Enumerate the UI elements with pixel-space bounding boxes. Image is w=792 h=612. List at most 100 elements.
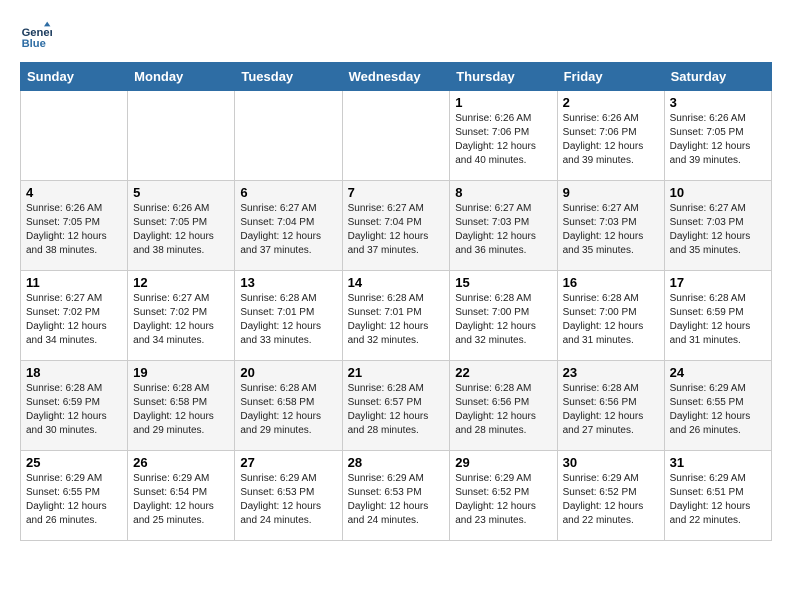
day-number: 17 (670, 275, 766, 290)
day-number: 21 (348, 365, 445, 380)
day-info: Sunrise: 6:27 AM Sunset: 7:03 PM Dayligh… (563, 202, 659, 258)
day-info: Sunrise: 6:27 AM Sunset: 7:02 PM Dayligh… (133, 292, 229, 348)
day-info: Sunrise: 6:29 AM Sunset: 6:55 PM Dayligh… (670, 382, 766, 438)
week-row-4: 18 Sunrise: 6:28 AM Sunset: 6:59 PM Dayli… (21, 361, 772, 451)
calendar-table: SundayMondayTuesdayWednesdayThursdayFrid… (20, 62, 772, 541)
day-number: 11 (26, 275, 122, 290)
day-cell: 28Sunrise: 6:29 AM Sunset: 6:53 PM Dayli… (342, 451, 450, 541)
day-info: Sunrise: 6:27 AM Sunset: 7:04 PM Dayligh… (348, 202, 445, 258)
day-cell (128, 91, 235, 181)
day-number: 29 (455, 455, 551, 470)
week-row-1: 1 Sunrise: 6:26 AM Sunset: 7:06 PM Daylig… (21, 91, 772, 181)
day-number: 2 (563, 95, 659, 110)
day-info: Sunrise: 6:26 AM Sunset: 7:05 PM Dayligh… (26, 202, 122, 258)
day-cell: 24 Sunrise: 6:29 AM Sunset: 6:55 PM Dayli… (664, 361, 771, 451)
day-number: 23 (563, 365, 659, 380)
day-info: Sunrise: 6:28 AM Sunset: 7:00 PM Dayligh… (563, 292, 659, 348)
weekday-tuesday: Tuesday (235, 63, 342, 91)
weekday-friday: Friday (557, 63, 664, 91)
day-number: 1 (455, 95, 551, 110)
day-cell: 25 Sunrise: 6:29 AM Sunset: 6:55 PM Dayli… (21, 451, 128, 541)
day-info: Sunrise: 6:28 AM Sunset: 7:00 PM Dayligh… (455, 292, 551, 348)
day-number: 5 (133, 185, 229, 200)
day-cell (235, 91, 342, 181)
day-number: 20 (240, 365, 336, 380)
day-cell: 31 Sunrise: 6:29 AM Sunset: 6:51 PM Dayli… (664, 451, 771, 541)
day-number: 26 (133, 455, 229, 470)
day-cell: 16Sunrise: 6:28 AM Sunset: 7:00 PM Dayli… (557, 271, 664, 361)
day-number: 31 (670, 455, 766, 470)
day-info: Sunrise: 6:28 AM Sunset: 6:56 PM Dayligh… (455, 382, 551, 438)
day-cell: 8Sunrise: 6:27 AM Sunset: 7:03 PM Daylig… (450, 181, 557, 271)
day-cell: 14Sunrise: 6:28 AM Sunset: 7:01 PM Dayli… (342, 271, 450, 361)
day-number: 27 (240, 455, 336, 470)
day-info: Sunrise: 6:28 AM Sunset: 7:01 PM Dayligh… (348, 292, 445, 348)
day-number: 19 (133, 365, 229, 380)
svg-text:Blue: Blue (22, 38, 46, 50)
day-info: Sunrise: 6:26 AM Sunset: 7:06 PM Dayligh… (563, 112, 659, 168)
day-info: Sunrise: 6:27 AM Sunset: 7:03 PM Dayligh… (455, 202, 551, 258)
logo: General Blue (20, 20, 56, 52)
day-number: 18 (26, 365, 122, 380)
weekday-wednesday: Wednesday (342, 63, 450, 91)
day-cell: 26 Sunrise: 6:29 AM Sunset: 6:54 PM Dayli… (128, 451, 235, 541)
day-number: 25 (26, 455, 122, 470)
day-cell: 22 Sunrise: 6:28 AM Sunset: 6:56 PM Dayli… (450, 361, 557, 451)
day-cell: 13Sunrise: 6:28 AM Sunset: 7:01 PM Dayli… (235, 271, 342, 361)
day-number: 24 (670, 365, 766, 380)
day-cell: 23Sunrise: 6:28 AM Sunset: 6:56 PM Dayli… (557, 361, 664, 451)
day-info: Sunrise: 6:29 AM Sunset: 6:52 PM Dayligh… (455, 472, 551, 528)
day-cell: 5Sunrise: 6:26 AM Sunset: 7:05 PM Daylig… (128, 181, 235, 271)
svg-text:General: General (22, 27, 52, 39)
day-info: Sunrise: 6:29 AM Sunset: 6:52 PM Dayligh… (563, 472, 659, 528)
day-cell: 4Sunrise: 6:26 AM Sunset: 7:05 PM Daylig… (21, 181, 128, 271)
day-info: Sunrise: 6:29 AM Sunset: 6:53 PM Dayligh… (348, 472, 445, 528)
weekday-saturday: Saturday (664, 63, 771, 91)
weekday-monday: Monday (128, 63, 235, 91)
day-cell (21, 91, 128, 181)
weekday-header: SundayMondayTuesdayWednesdayThursdayFrid… (21, 63, 772, 91)
day-cell: 15 Sunrise: 6:28 AM Sunset: 7:00 PM Dayli… (450, 271, 557, 361)
day-info: Sunrise: 6:28 AM Sunset: 6:59 PM Dayligh… (670, 292, 766, 348)
day-info: Sunrise: 6:28 AM Sunset: 6:59 PM Dayligh… (26, 382, 122, 438)
day-cell: 1Sunrise: 6:26 AM Sunset: 7:06 PM Daylig… (450, 91, 557, 181)
day-cell: 11 Sunrise: 6:27 AM Sunset: 7:02 PM Dayli… (21, 271, 128, 361)
week-row-5: 25 Sunrise: 6:29 AM Sunset: 6:55 PM Dayli… (21, 451, 772, 541)
calendar-body: 1 Sunrise: 6:26 AM Sunset: 7:06 PM Daylig… (21, 91, 772, 541)
day-info: Sunrise: 6:26 AM Sunset: 7:05 PM Dayligh… (670, 112, 766, 168)
day-number: 9 (563, 185, 659, 200)
day-info: Sunrise: 6:29 AM Sunset: 6:51 PM Dayligh… (670, 472, 766, 528)
day-cell: 29 Sunrise: 6:29 AM Sunset: 6:52 PM Dayli… (450, 451, 557, 541)
day-info: Sunrise: 6:29 AM Sunset: 6:55 PM Dayligh… (26, 472, 122, 528)
day-cell: 6 Sunrise: 6:27 AM Sunset: 7:04 PM Daylig… (235, 181, 342, 271)
day-number: 3 (670, 95, 766, 110)
page-header: General Blue (20, 20, 772, 52)
day-info: Sunrise: 6:28 AM Sunset: 6:58 PM Dayligh… (240, 382, 336, 438)
day-info: Sunrise: 6:28 AM Sunset: 7:01 PM Dayligh… (240, 292, 336, 348)
day-number: 7 (348, 185, 445, 200)
weekday-sunday: Sunday (21, 63, 128, 91)
day-cell: 19 Sunrise: 6:28 AM Sunset: 6:58 PM Dayli… (128, 361, 235, 451)
day-info: Sunrise: 6:27 AM Sunset: 7:03 PM Dayligh… (670, 202, 766, 258)
day-number: 22 (455, 365, 551, 380)
day-number: 10 (670, 185, 766, 200)
day-cell: 3 Sunrise: 6:26 AM Sunset: 7:05 PM Daylig… (664, 91, 771, 181)
day-cell: 27Sunrise: 6:29 AM Sunset: 6:53 PM Dayli… (235, 451, 342, 541)
day-number: 15 (455, 275, 551, 290)
day-cell: 18 Sunrise: 6:28 AM Sunset: 6:59 PM Dayli… (21, 361, 128, 451)
week-row-2: 4Sunrise: 6:26 AM Sunset: 7:05 PM Daylig… (21, 181, 772, 271)
day-number: 6 (240, 185, 336, 200)
day-cell: 17 Sunrise: 6:28 AM Sunset: 6:59 PM Dayli… (664, 271, 771, 361)
day-cell: 9 Sunrise: 6:27 AM Sunset: 7:03 PM Daylig… (557, 181, 664, 271)
day-cell (342, 91, 450, 181)
day-info: Sunrise: 6:27 AM Sunset: 7:02 PM Dayligh… (26, 292, 122, 348)
day-info: Sunrise: 6:28 AM Sunset: 6:58 PM Dayligh… (133, 382, 229, 438)
day-info: Sunrise: 6:29 AM Sunset: 6:54 PM Dayligh… (133, 472, 229, 528)
day-cell: 7 Sunrise: 6:27 AM Sunset: 7:04 PM Daylig… (342, 181, 450, 271)
day-cell: 12Sunrise: 6:27 AM Sunset: 7:02 PM Dayli… (128, 271, 235, 361)
logo-icon: General Blue (20, 20, 52, 52)
day-cell: 20 Sunrise: 6:28 AM Sunset: 6:58 PM Dayli… (235, 361, 342, 451)
day-number: 30 (563, 455, 659, 470)
day-info: Sunrise: 6:27 AM Sunset: 7:04 PM Dayligh… (240, 202, 336, 258)
day-cell: 2 Sunrise: 6:26 AM Sunset: 7:06 PM Daylig… (557, 91, 664, 181)
